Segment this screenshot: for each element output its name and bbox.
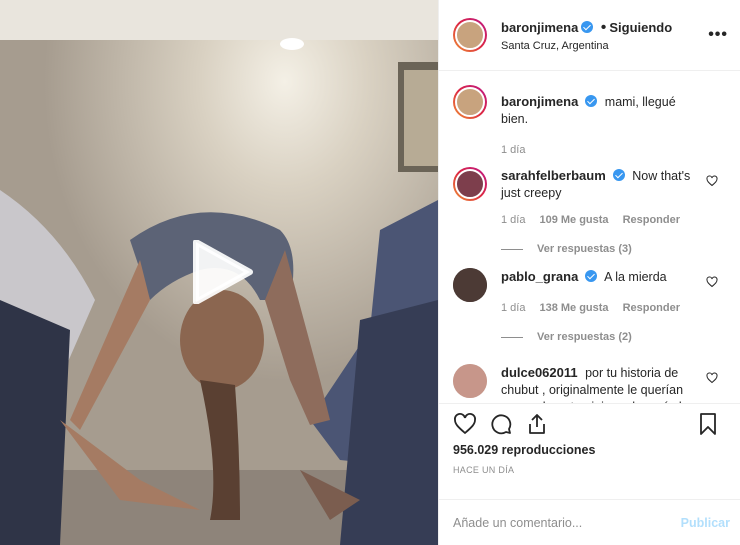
action-bar [439, 403, 740, 443]
like-comment-heart-icon[interactable] [706, 276, 718, 288]
caption-username[interactable]: baronjimena [501, 94, 578, 109]
play-icon[interactable] [190, 240, 254, 304]
share-icon[interactable] [525, 412, 549, 436]
reply-button[interactable]: Responder [623, 300, 680, 317]
post-modal: baronjimena • Siguiendo Santa Cruz, Argen… [0, 0, 740, 545]
comment-text: A la mierda [604, 270, 667, 284]
comment-bubble-icon[interactable] [489, 412, 513, 436]
comment-likes[interactable]: 109 Me gusta [539, 212, 608, 229]
post-header: baronjimena • Siguiendo Santa Cruz, Argen… [439, 0, 740, 71]
caption: baronjimena mami, llegué bien. 1 día [453, 85, 728, 159]
comment-username[interactable]: sarahfelberbaum [501, 168, 606, 183]
caption-time[interactable]: 1 día [501, 142, 525, 159]
comment-username[interactable]: pablo_grana [501, 269, 578, 284]
comment-item: dulce062011 por tu historia de chubut , … [453, 364, 728, 403]
replies-divider [501, 249, 523, 250]
video-player[interactable] [0, 0, 438, 545]
commenter-avatar[interactable] [453, 364, 487, 398]
view-replies-button[interactable]: Ver respuestas (3) [501, 241, 701, 258]
comment-input[interactable] [453, 515, 681, 530]
view-replies-label: Ver respuestas (2) [537, 331, 632, 343]
post-details: baronjimena • Siguiendo Santa Cruz, Argen… [438, 0, 740, 545]
separator-dot: • [600, 18, 607, 36]
commenter-avatar[interactable] [453, 167, 487, 201]
like-heart-icon[interactable] [453, 412, 477, 436]
post-timestamp[interactable]: HACE UN DÍA [439, 461, 740, 485]
comments-list[interactable]: baronjimena mami, llegué bien. 1 día sar… [439, 71, 740, 403]
following-button[interactable]: Siguiendo [609, 20, 672, 35]
view-replies-label: Ver respuestas (3) [537, 243, 632, 255]
replies-divider [501, 337, 523, 338]
author-meta: baronjimena • Siguiendo Santa Cruz, Argen… [501, 19, 672, 52]
commenter-avatar[interactable] [453, 268, 487, 302]
comment-time[interactable]: 1 día [501, 300, 525, 317]
bookmark-save-icon[interactable] [696, 412, 720, 436]
location-link[interactable]: Santa Cruz, Argentina [501, 40, 672, 52]
author-avatar[interactable] [453, 18, 487, 52]
verified-badge-icon [612, 169, 625, 181]
comment-time[interactable]: 1 día [501, 212, 525, 229]
like-comment-heart-icon[interactable] [706, 372, 718, 384]
comment-item: pablo_grana A la mierda 1 día 138 Me gus… [453, 268, 728, 346]
like-comment-heart-icon[interactable] [706, 175, 718, 187]
verified-badge-icon [581, 20, 594, 33]
verified-badge-icon [585, 95, 598, 107]
verified-badge-icon [585, 270, 598, 282]
more-options-icon[interactable]: ••• [708, 26, 728, 44]
publish-button[interactable]: Publicar [681, 516, 730, 530]
comment-likes[interactable]: 138 Me gusta [539, 300, 608, 317]
comment-item: sarahfelberbaum Now that's just creepy 1… [453, 167, 728, 258]
comment-composer: Publicar [439, 499, 740, 545]
caption-avatar[interactable] [453, 85, 487, 119]
view-replies-button[interactable]: Ver respuestas (2) [501, 329, 701, 346]
view-count[interactable]: 956.029 reproducciones [439, 443, 740, 461]
comment-username[interactable]: dulce062011 [501, 365, 578, 380]
author-username[interactable]: baronjimena [501, 20, 578, 35]
reply-button[interactable]: Responder [623, 212, 680, 229]
